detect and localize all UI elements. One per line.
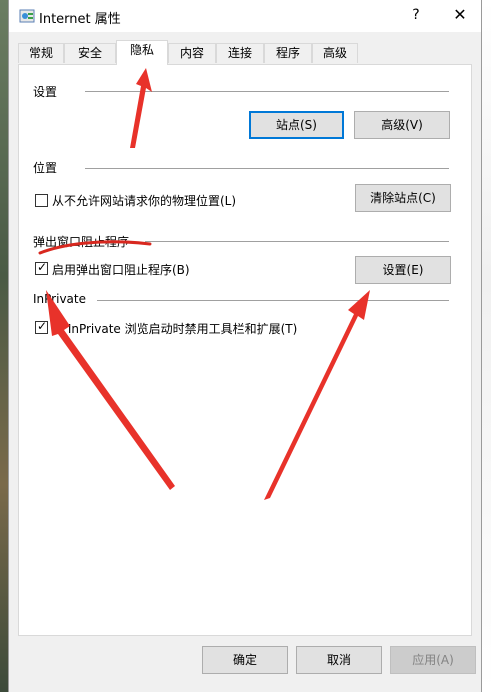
tab-content[interactable]: 内容 (168, 43, 216, 63)
sites-button[interactable]: 站点(S) (249, 111, 344, 139)
desktop-background-right (482, 0, 491, 692)
location-checkbox[interactable] (35, 194, 48, 207)
tab-security[interactable]: 安全 (64, 43, 116, 63)
cancel-button[interactable]: 取消 (296, 646, 382, 674)
clear-sites-button[interactable]: 清除站点(C) (355, 184, 451, 212)
tab-general[interactable]: 常规 (18, 43, 64, 63)
popup-blocker-group-title: 弹出窗口阻止程序 (33, 235, 130, 249)
checkmark-icon: ✓ (37, 319, 48, 333)
settings-group-title: 设置 (33, 85, 58, 99)
apply-button[interactable]: 应用(A) (390, 646, 476, 674)
popup-blocker-checkbox-label: 启用弹出窗口阻止程序(B) (52, 263, 190, 277)
close-button[interactable]: ✕ (449, 4, 471, 26)
inprivate-divider (97, 300, 449, 301)
privacy-tab-panel: 设置 站点(S) 高级(V) 位置 从不允许网站请求你的物理位置(L) 清除站点… (18, 64, 472, 636)
settings-divider (85, 91, 449, 92)
help-button[interactable]: ? (405, 4, 427, 26)
ok-button[interactable]: 确定 (202, 646, 288, 674)
advanced-button[interactable]: 高级(V) (354, 111, 450, 139)
internet-properties-dialog: Internet 属性 ? ✕ 常规 安全 隐私 内容 连接 程序 高级 设置 … (8, 0, 482, 692)
inprivate-group-title: InPrivate (33, 292, 86, 306)
internet-options-icon (19, 9, 35, 23)
inprivate-checkbox-label: 在 InPrivate 浏览启动时禁用工具栏和扩展(T) (52, 322, 298, 336)
window-title: Internet 属性 (39, 12, 121, 27)
inprivate-checkbox[interactable]: ✓ (35, 319, 48, 334)
checkmark-icon: ✓ (37, 260, 48, 274)
tab-privacy[interactable]: 隐私 (116, 40, 168, 65)
popup-settings-button[interactable]: 设置(E) (355, 256, 451, 284)
popup-blocker-divider (145, 241, 449, 242)
desktop-background-left (0, 0, 8, 692)
location-divider (85, 168, 449, 169)
location-group-title: 位置 (33, 161, 58, 175)
tab-programs[interactable]: 程序 (264, 43, 312, 63)
tab-advanced[interactable]: 高级 (312, 43, 358, 63)
popup-blocker-checkbox[interactable]: ✓ (35, 260, 48, 275)
tab-connections[interactable]: 连接 (216, 43, 264, 63)
location-checkbox-label: 从不允许网站请求你的物理位置(L) (52, 194, 237, 208)
title-bar: Internet 属性 ? ✕ (9, 0, 481, 32)
